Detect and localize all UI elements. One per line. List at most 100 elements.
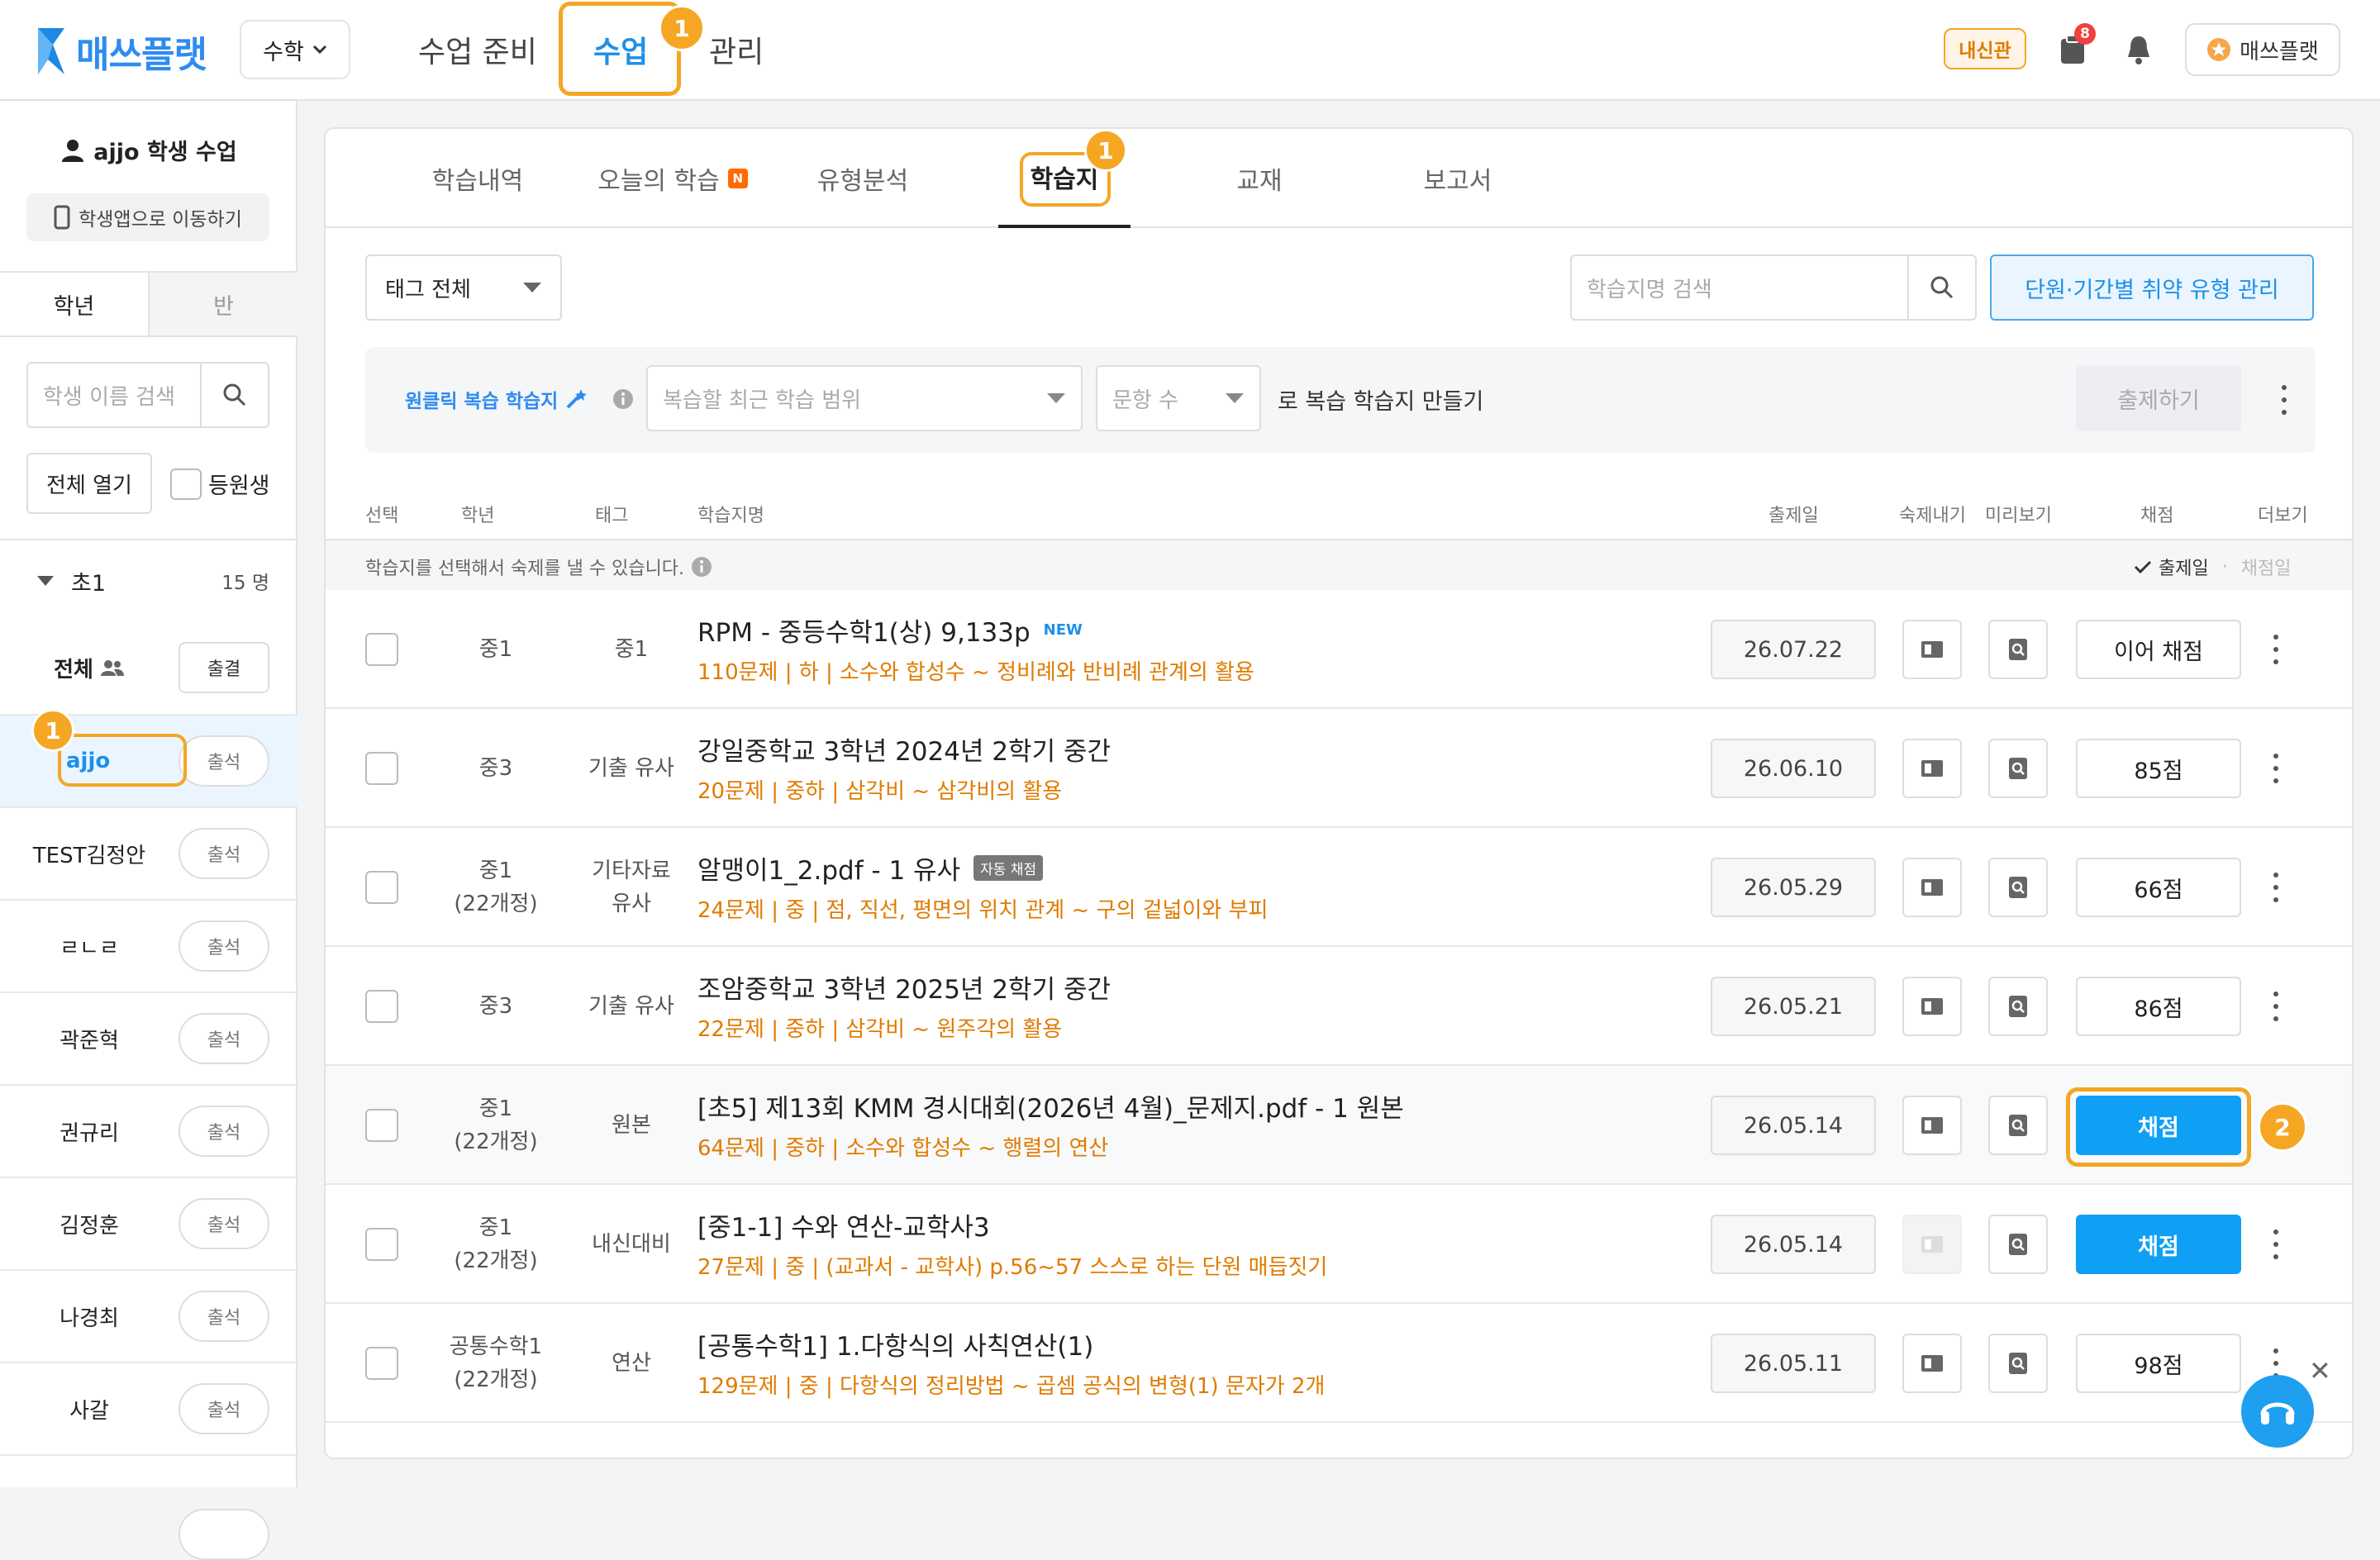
table-row[interactable]: 중1 (22개정) 기타자료 유사 알맹이1_2.pdf - 1 유사 자동 채점 24문제… [326,828,2352,947]
subject-select[interactable]: 수학 [240,20,350,79]
tab-type-analysis[interactable]: 유형분석 [797,129,929,228]
row-checkbox[interactable] [365,990,398,1023]
attendance-button[interactable]: 출석 [178,1013,269,1064]
grade-button[interactable]: 85점 [2076,739,2241,798]
worksheet-title[interactable]: [중1-1] 수와 연산-교학사3 [697,1206,990,1244]
worksheet-search-input[interactable]: 학습지명 검색 [1572,273,1907,303]
naesin-tag[interactable]: 내신관 [1944,28,2026,69]
issue-date-button[interactable]: 26.06.10 [1711,739,1876,798]
worksheet-search-field[interactable]: 학습지명 검색 [1570,254,1977,321]
preview-button[interactable] [1988,1334,2048,1393]
review-submit-button[interactable]: 출제하기 [2076,365,2241,431]
attendance-button[interactable]: 출석 [178,828,269,879]
nav-class-prep[interactable]: 수업 준비 [418,0,537,99]
tab-textbook[interactable]: 교재 [1193,129,1326,228]
more-icon[interactable] [2281,385,2287,415]
sort-by-date[interactable]: 출제일 [2159,554,2209,580]
student-row[interactable]: 권규리 출석 [0,1084,298,1177]
attendance-button[interactable]: 출석 [178,1383,269,1434]
review-range-select[interactable]: 복습할 최근 학습 범위 [646,365,1083,431]
worksheet-title[interactable]: [공통수학1] 1.다항식의 사칙연산(1) [697,1325,1093,1363]
tab-grade[interactable]: 학년 [0,273,150,335]
table-row[interactable]: 중1 (22개정) 내신대비 [중1-1] 수와 연산-교학사3 27문제 | 중 | … [326,1185,2352,1304]
student-row[interactable] [0,1454,298,1560]
search-icon[interactable] [200,364,268,426]
weak-type-manage-button[interactable]: 단원·기간별 취약 유형 관리 [1990,254,2314,321]
info-icon[interactable] [691,556,712,578]
attendance-button[interactable]: 출석 [178,1106,269,1157]
close-icon[interactable]: ✕ [2309,1355,2331,1386]
worksheet-title[interactable]: 알맹이1_2.pdf - 1 유사 [697,849,960,887]
move-student-app-button[interactable]: 학생앱으로 이동하기 [26,193,269,241]
preview-button[interactable] [1988,1215,2048,1274]
open-all-button[interactable]: 전체 열기 [26,453,152,514]
attendance-button[interactable]: 출석 [178,1198,269,1249]
info-icon[interactable] [612,388,634,410]
tab-today[interactable]: 오늘의 학습 N [582,129,764,228]
clipboard-icon[interactable]: 8 [2051,23,2096,71]
table-row[interactable]: 중1 (22개정) 원본 [초5] 제13회 KMM 경시대회(2026년 4월)_문… [326,1066,2352,1185]
issue-date-button[interactable]: 26.05.14 [1711,1096,1876,1155]
student-row[interactable]: TEST김정안 출석 [0,806,298,899]
student-search-input[interactable]: 학생 이름 검색 [28,380,200,411]
grade-button[interactable]: 채점 [2076,1215,2241,1274]
grade-button[interactable]: 86점 [2076,977,2241,1036]
user-menu-button[interactable]: 매쓰플랫 [2185,23,2340,76]
row-checkbox[interactable] [365,633,398,666]
homework-button[interactable] [1902,858,1962,917]
preview-button[interactable] [1988,620,2048,679]
issue-date-button[interactable]: 26.07.22 [1711,620,1876,679]
table-row[interactable]: 중3 기출 유사 조암중학교 3학년 2025년 2학기 중간 22문제 | 중하 |… [326,947,2352,1066]
sort-by-grade[interactable]: 채점일 [2241,554,2292,580]
bell-icon[interactable] [2117,28,2160,71]
table-row[interactable]: 중1 중1 RPM - 중등수학1(상) 9,133p NEW 110문제 | 하 | … [326,590,2352,709]
row-checkbox[interactable] [365,1347,398,1380]
brand-logo[interactable]: 매쓰플랫 [36,25,207,78]
nav-manage[interactable]: 관리 [709,0,764,99]
more-icon[interactable] [2273,1229,2279,1259]
row-checkbox[interactable] [365,752,398,785]
worksheet-title[interactable]: 강일중학교 3학년 2024년 2학기 중간 [697,730,1111,768]
attendance-all-button[interactable]: 출결 [178,642,269,693]
all-students-row[interactable]: 전체 출결 [0,621,298,714]
student-search-field[interactable]: 학생 이름 검색 [26,362,269,428]
grade-button[interactable]: 66점 [2076,858,2241,917]
student-row[interactable]: 나경최 출석 [0,1269,298,1362]
worksheet-title[interactable]: RPM - 중등수학1(상) 9,133p [697,611,1031,649]
student-row[interactable]: 김정훈 출석 [0,1177,298,1269]
student-row[interactable]: 곽준혁 출석 [0,992,298,1084]
tag-filter-select[interactable]: 태그 전체 [365,254,562,321]
headset-help-icon[interactable] [2241,1375,2314,1448]
question-count-select[interactable]: 문항 수 [1096,365,1261,431]
row-checkbox[interactable] [365,871,398,904]
more-icon[interactable] [2273,754,2279,783]
student-row[interactable]: 사갈 출석 [0,1362,298,1454]
worksheet-title[interactable]: [초5] 제13회 KMM 경시대회(2026년 4월)_문제지.pdf - 1… [697,1087,1404,1125]
grade-button[interactable]: 이어 채점 [2076,620,2241,679]
preview-button[interactable] [1988,977,2048,1036]
homework-button[interactable] [1902,1334,1962,1393]
homework-button[interactable] [1902,977,1962,1036]
grade-group-header[interactable]: 초1 15 명 [0,539,298,621]
preview-button[interactable] [1988,1096,2048,1155]
worksheet-title[interactable]: 조암중학교 3학년 2025년 2학기 중간 [697,968,1111,1006]
row-checkbox[interactable] [365,1228,398,1261]
grade-button[interactable]: 98점 [2076,1334,2241,1393]
search-icon[interactable] [1907,256,1975,319]
attendance-button[interactable]: 출석 [178,735,269,787]
table-row[interactable]: 공통수학1 (22개정) 연산 [공통수학1] 1.다항식의 사칙연산(1) 129문제… [326,1304,2352,1423]
homework-button[interactable] [1902,1096,1962,1155]
homework-button[interactable] [1902,739,1962,798]
tab-report[interactable]: 보고서 [1392,129,1524,228]
issue-date-button[interactable]: 26.05.11 [1711,1334,1876,1393]
tab-class[interactable]: 반 [150,273,298,335]
homework-button[interactable] [1902,1215,1962,1274]
table-row[interactable]: 중3 기출 유사 강일중학교 3학년 2024년 2학기 중간 20문제 | 중하 |… [326,709,2352,828]
attendance-button[interactable]: 출석 [178,920,269,972]
more-icon[interactable] [2273,635,2279,664]
registered-filter[interactable]: 등원생 [170,468,270,500]
table-row[interactable]: 제목수정완료 [326,1423,2352,1458]
more-icon[interactable] [2273,873,2279,902]
tab-history[interactable]: 학습내역 [412,129,544,228]
preview-button[interactable] [1988,739,2048,798]
